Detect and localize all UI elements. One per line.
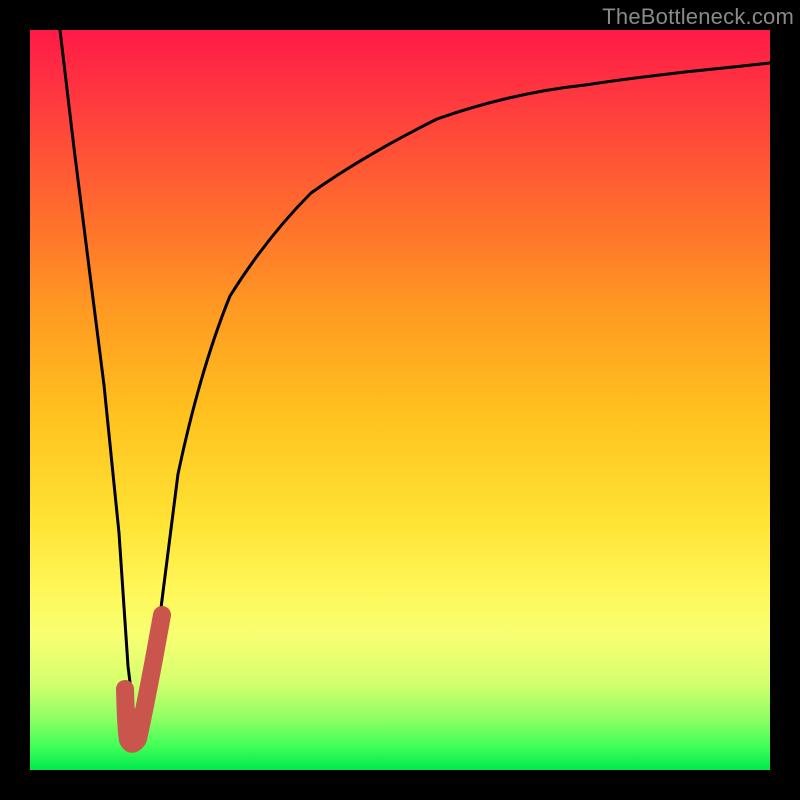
chart-frame: TheBottleneck.com	[0, 0, 800, 800]
curve-layer	[30, 30, 770, 770]
watermark-label: TheBottleneck.com	[602, 4, 794, 30]
plot-area	[30, 30, 770, 770]
